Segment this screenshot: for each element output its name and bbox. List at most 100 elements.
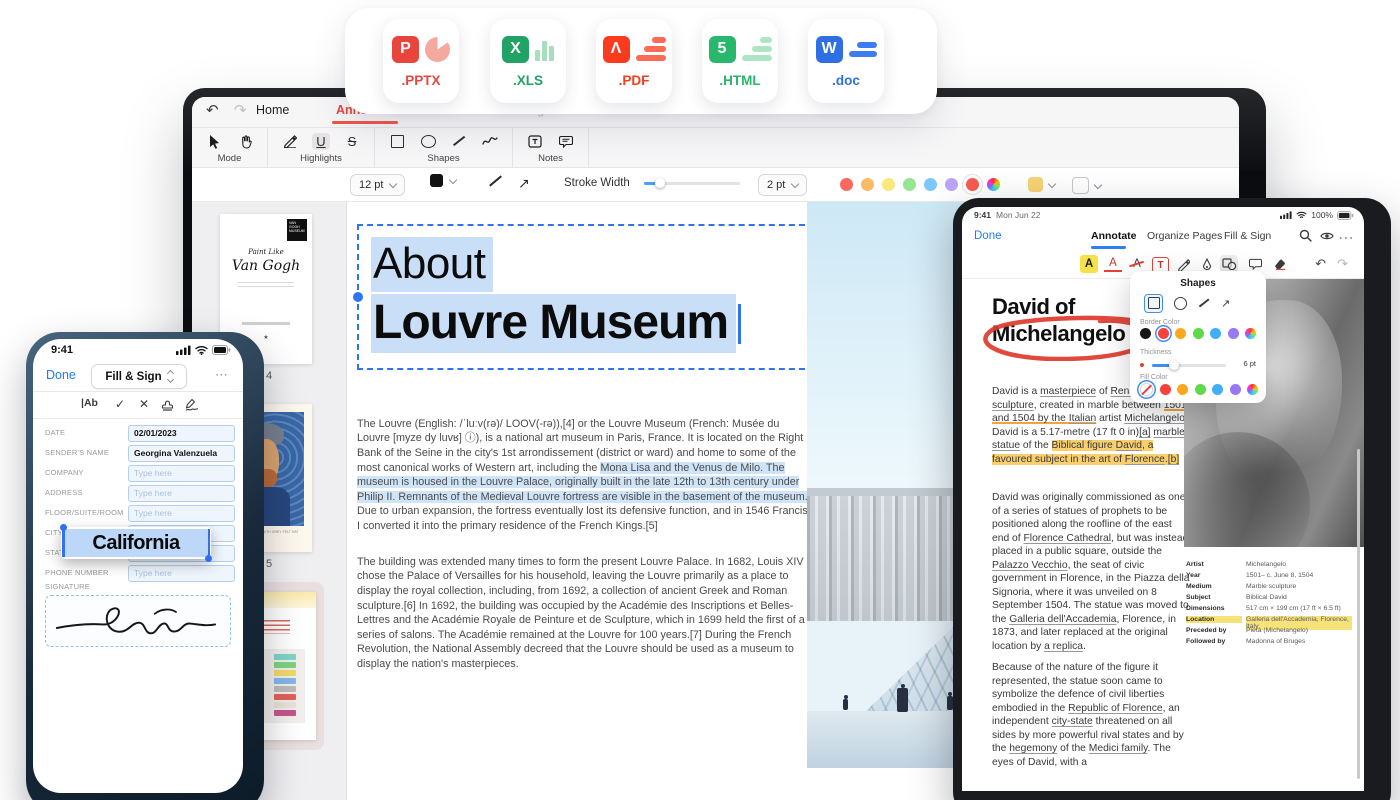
stroke-width-select[interactable]: 2 pt (758, 174, 807, 196)
search-icon[interactable] (1299, 229, 1312, 242)
color-swatch[interactable] (1175, 328, 1186, 339)
line-shape-icon[interactable] (450, 133, 468, 150)
color-swatch[interactable] (1228, 328, 1239, 339)
line-tool-icon[interactable] (488, 180, 503, 182)
view-eye-icon[interactable] (1320, 231, 1334, 241)
info-row: Preceded byPietà (Michelangelo) (1186, 627, 1352, 638)
sender-name-input[interactable]: Georgina Valenzuela (128, 445, 235, 462)
doc-letter-badge: W (816, 36, 843, 63)
popup-title: Shapes (1130, 278, 1266, 289)
floor-input[interactable]: Type here (128, 505, 235, 522)
phone-input[interactable]: Type here (128, 565, 235, 582)
text-segment: artist (1096, 413, 1124, 424)
freehand-shape-icon[interactable] (481, 133, 499, 150)
text-color-select[interactable] (430, 174, 456, 187)
cursor-icon[interactable] (205, 133, 223, 150)
color-swatch[interactable] (882, 178, 895, 191)
text-selection-box[interactable]: About Louvre Museum (357, 224, 815, 370)
redo-icon[interactable]: ↷ (1337, 256, 1348, 272)
address-input[interactable]: Type here (128, 485, 235, 502)
signature-tool-icon[interactable] (185, 398, 200, 411)
checkmark-tool[interactable]: ✓ (115, 397, 125, 411)
color-swatch[interactable] (1158, 328, 1169, 339)
slider-knob[interactable] (1169, 360, 1179, 370)
highlight-color-select[interactable] (1028, 177, 1055, 192)
undo-icon[interactable]: ↶ (206, 101, 219, 119)
tab-organize-pages[interactable]: Organize Pages (1147, 230, 1222, 242)
pdf-letter-badge: Λ (603, 36, 630, 63)
text-field-tool[interactable]: |Ab (81, 397, 98, 409)
stroke-width-slider[interactable] (644, 182, 740, 185)
done-button[interactable]: Done (974, 230, 1002, 242)
thickness-slider[interactable]: 6 pt (1140, 359, 1256, 371)
fill-color-select[interactable] (1072, 177, 1101, 194)
doc-icon: W .doc (808, 19, 884, 103)
company-input[interactable]: Type here (128, 465, 235, 482)
ellipse-shape-icon[interactable] (419, 133, 437, 150)
redo-icon[interactable]: ↷ (234, 101, 247, 119)
color-swatch[interactable] (1212, 384, 1223, 395)
selection-handle-left[interactable] (353, 292, 363, 302)
underline-tool-icon[interactable]: U (312, 133, 330, 150)
arrow-tool-icon[interactable]: ↗ (518, 175, 530, 192)
highlight-tool-icon[interactable]: A (1080, 255, 1098, 273)
scrollbar[interactable] (1357, 449, 1360, 779)
color-swatch[interactable] (924, 178, 937, 191)
font-size-select[interactable]: 12 pt (350, 174, 405, 196)
color-swatch[interactable] (966, 178, 979, 191)
color-swatch[interactable] (861, 178, 874, 191)
color-swatch[interactable] (1245, 328, 1256, 339)
more-icon[interactable]: ⋯ (1338, 228, 1354, 248)
text-note-icon[interactable] (526, 133, 544, 150)
color-swatch[interactable] (903, 178, 916, 191)
signature-label: SIGNATURE (45, 582, 90, 591)
cover-author-line (242, 322, 290, 325)
selection-handle-left[interactable] (62, 529, 65, 557)
selection-handle-right[interactable] (208, 529, 211, 557)
line-shape-option[interactable] (1199, 299, 1209, 308)
cross-tool[interactable]: ✕ (139, 397, 149, 411)
color-swatch[interactable] (1230, 384, 1241, 395)
text-segment: of (1096, 386, 1110, 397)
arrow-shape-option[interactable]: ↗ (1221, 297, 1230, 310)
rectangle-shape-icon[interactable] (388, 133, 406, 150)
done-button[interactable]: Done (46, 368, 76, 382)
color-swatch[interactable] (1160, 384, 1171, 395)
hand-icon[interactable] (236, 133, 254, 150)
color-swatch[interactable] (1247, 384, 1258, 395)
signature-box[interactable] (45, 595, 231, 647)
text-segment: of the (1057, 743, 1088, 754)
ellipse-shape-option[interactable] (1174, 297, 1187, 310)
mac-toolbar: Mode U S Highlights (192, 128, 1239, 168)
text-segment: Medici family (1089, 743, 1148, 754)
undo-icon[interactable]: ↶ (1315, 256, 1326, 272)
group-mode: Mode (192, 128, 268, 167)
color-swatch[interactable] (1140, 383, 1153, 396)
fill-color-palette (1140, 383, 1258, 396)
highlight-pen-icon[interactable] (281, 133, 299, 150)
tab-home[interactable]: Home (256, 103, 289, 117)
rectangle-shape-option[interactable] (1144, 294, 1163, 313)
comment-icon[interactable] (557, 133, 575, 150)
field-label: SENDER'S NAME (45, 448, 109, 457)
field-label: DATE (45, 428, 65, 437)
color-swatch[interactable] (987, 178, 1000, 191)
color-swatch[interactable] (945, 178, 958, 191)
color-swatch[interactable] (1195, 384, 1206, 395)
color-swatch[interactable] (1193, 328, 1204, 339)
info-value: Pietà (Michelangelo) (1246, 627, 1352, 634)
mode-selector[interactable]: Fill & Sign (91, 364, 187, 389)
color-swatch[interactable] (1140, 328, 1151, 339)
slider-knob[interactable] (655, 178, 665, 188)
date-input[interactable]: 02/01/2023 (128, 425, 235, 442)
color-swatch[interactable] (1177, 384, 1188, 395)
color-swatch[interactable] (1210, 328, 1221, 339)
strikethrough-tool-icon[interactable]: S (343, 133, 361, 150)
tab-annotate[interactable]: Annotate (1091, 230, 1137, 242)
eraser-tool-icon[interactable] (1270, 255, 1288, 273)
underline-tool-icon[interactable]: A (1104, 255, 1122, 272)
more-icon[interactable]: ⋯ (215, 367, 229, 383)
stamp-tool-icon[interactable] (161, 398, 174, 411)
tab-fill-sign[interactable]: Fill & Sign (1224, 230, 1271, 242)
color-swatch[interactable] (840, 178, 853, 191)
